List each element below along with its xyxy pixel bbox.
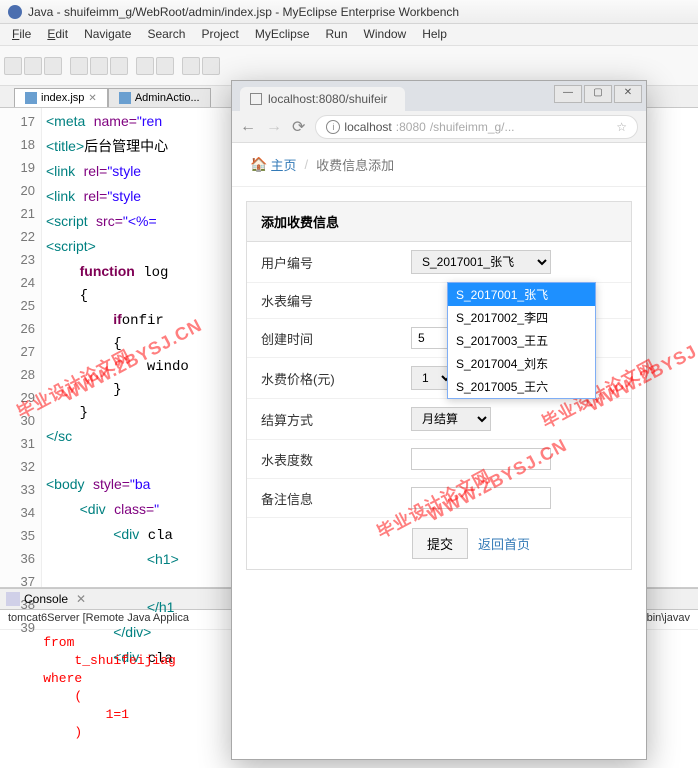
dropdown-option[interactable]: S_2017003_王五: [448, 329, 595, 352]
console-sub-right: \bin\javav: [644, 612, 690, 624]
tool-saveall-icon[interactable]: [44, 57, 62, 75]
menu-project[interactable]: Project: [193, 26, 246, 43]
menu-run[interactable]: Run: [318, 26, 356, 43]
input-remark[interactable]: [411, 487, 551, 509]
jsp-icon: [25, 92, 37, 104]
star-icon[interactable]: ☆: [616, 120, 627, 134]
dropdown-option[interactable]: S_2017004_刘东: [448, 352, 595, 375]
label-user: 用户编号: [261, 253, 411, 272]
url-field[interactable]: i localhost :8080/shuifeimm_g/... ☆: [315, 115, 638, 139]
browser-window: — ▢ ✕ localhost:8080/shuifeir ← → ⟳ i lo…: [231, 80, 647, 760]
label-created: 创建时间: [261, 329, 411, 348]
menu-myeclipse[interactable]: MyEclipse: [247, 26, 318, 43]
dropdown-option[interactable]: S_2017005_王六: [448, 375, 595, 398]
breadcrumb-home-label: 主页: [270, 155, 296, 174]
ide-title-bar: Java - shuifeimm_g/WebRoot/admin/index.j…: [0, 0, 698, 24]
console-tab-label[interactable]: Console: [24, 592, 68, 606]
url-host: localhost: [344, 120, 391, 134]
address-bar: ← → ⟳ i localhost :8080/shuifeimm_g/... ☆: [232, 111, 646, 143]
row-remark: 备注信息: [247, 479, 631, 518]
submit-button[interactable]: 提交: [412, 528, 468, 559]
eclipse-icon: [8, 5, 22, 19]
menu-file[interactable]: File: [4, 26, 39, 43]
forward-icon[interactable]: →: [266, 118, 282, 136]
close-icon[interactable]: ✕: [88, 93, 96, 104]
page-icon: [250, 93, 262, 105]
tool-ann-icon[interactable]: [202, 57, 220, 75]
browser-tab-title: localhost:8080/shuifeir: [268, 92, 387, 106]
menu-help[interactable]: Help: [414, 26, 455, 43]
close-icon[interactable]: ✕: [614, 85, 642, 103]
dropdown-option[interactable]: S_2017002_李四: [448, 306, 595, 329]
browser-tab[interactable]: localhost:8080/shuifeir: [240, 87, 405, 111]
tool-type-icon[interactable]: [156, 57, 174, 75]
breadcrumb-sep: /: [304, 157, 308, 172]
tool-new-icon[interactable]: [4, 57, 22, 75]
dropdown-option[interactable]: S_2017001_张飞: [448, 283, 595, 306]
select-user[interactable]: S_2017001_张飞: [411, 250, 551, 274]
select-method[interactable]: 月结算: [411, 407, 491, 431]
tool-launch-icon[interactable]: [70, 57, 88, 75]
form-actions: 提交 返回首页: [247, 518, 631, 569]
tab-adminaction[interactable]: AdminActio...: [108, 88, 211, 107]
tool-search-icon[interactable]: [182, 57, 200, 75]
menu-navigate[interactable]: Navigate: [76, 26, 139, 43]
url-path: /shuifeimm_g/...: [430, 120, 515, 134]
input-reading[interactable]: [411, 448, 551, 470]
label-reading: 水表度数: [261, 450, 411, 469]
tool-save-icon[interactable]: [24, 57, 42, 75]
maximize-icon[interactable]: ▢: [584, 85, 612, 103]
menu-edit[interactable]: Edit: [39, 26, 76, 43]
window-title: Java - shuifeimm_g/WebRoot/admin/index.j…: [28, 5, 459, 19]
home-icon: 🏠: [250, 156, 267, 173]
tab-label: index.jsp: [41, 92, 84, 104]
row-user: 用户编号 S_2017001_张飞: [247, 242, 631, 283]
minimize-icon[interactable]: —: [554, 85, 582, 103]
back-link[interactable]: 返回首页: [478, 534, 530, 553]
row-method: 结算方式 月结算: [247, 399, 631, 440]
url-port: :8080: [396, 120, 426, 134]
tool-pkg-icon[interactable]: [136, 57, 154, 75]
console-icon: [6, 592, 20, 606]
info-icon[interactable]: i: [326, 120, 340, 134]
line-gutter: 1718192021222324252627282930313233343536…: [0, 108, 42, 587]
row-reading: 水表度数: [247, 440, 631, 479]
user-dropdown-list[interactable]: S_2017001_张飞S_2017002_李四S_2017003_王五S_20…: [447, 282, 596, 399]
browser-window-controls: — ▢ ✕: [554, 85, 642, 103]
label-remark: 备注信息: [261, 489, 411, 508]
tab-label: AdminActio...: [135, 92, 200, 104]
breadcrumb: 🏠 主页 / 收费信息添加: [232, 143, 646, 187]
close-icon[interactable]: ✕: [76, 592, 86, 606]
panel-title: 添加收费信息: [247, 202, 631, 242]
reload-icon[interactable]: ⟳: [292, 117, 305, 137]
breadcrumb-home[interactable]: 🏠 主页: [250, 155, 296, 174]
menu-search[interactable]: Search: [139, 26, 193, 43]
tab-index-jsp[interactable]: index.jsp ✕: [14, 88, 108, 107]
java-icon: [119, 92, 131, 104]
label-price: 水费价格(元): [261, 369, 411, 388]
console-sub-left: tomcat6Server [Remote Java Applica: [8, 612, 189, 624]
tool-debug-icon[interactable]: [90, 57, 108, 75]
tool-run-icon[interactable]: [110, 57, 128, 75]
menu-bar[interactable]: File Edit Navigate Search Project MyEcli…: [0, 24, 698, 46]
back-icon[interactable]: ←: [240, 118, 256, 136]
label-meter: 水表编号: [261, 291, 411, 310]
menu-window[interactable]: Window: [356, 26, 415, 43]
label-method: 结算方式: [261, 410, 411, 429]
breadcrumb-current: 收费信息添加: [316, 155, 394, 174]
